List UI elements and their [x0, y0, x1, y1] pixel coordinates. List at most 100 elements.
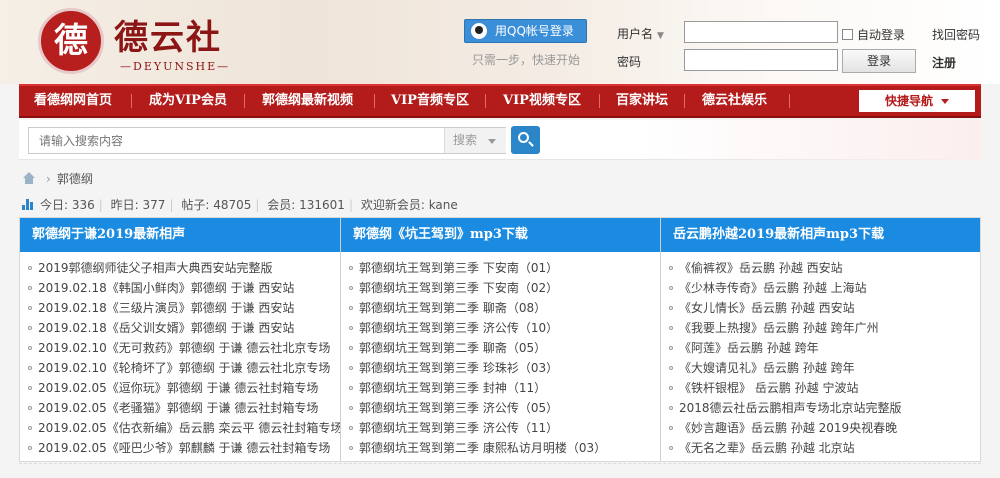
list-item-link[interactable]: 2019郭德纲师徒父子相声大典西安站完整版	[38, 261, 273, 275]
list-item[interactable]: 2019.02.05《逗你玩》郭德纲 于谦 德云社封箱专场	[20, 378, 340, 398]
list-item-link[interactable]: 郭德纲坑王驾到第二季 聊斋（08）	[359, 301, 546, 315]
auto-login-checkbox[interactable]	[842, 29, 853, 40]
list-item[interactable]: 郭德纲坑王驾到第三季 济公传（10）	[341, 318, 660, 338]
nav-item-vip-audio[interactable]: VIP音频专区	[391, 86, 469, 116]
search-icon	[518, 132, 529, 143]
search-button[interactable]	[511, 126, 540, 154]
list-item-link[interactable]: 郭德纲坑王驾到第三季 济公传（05）	[359, 401, 558, 415]
list-item[interactable]: 郭德纲坑王驾到第二季 聊斋（08）	[341, 298, 660, 318]
nav-item-vip-video[interactable]: VIP视频专区	[503, 86, 581, 116]
home-icon[interactable]	[22, 172, 36, 184]
list-item-link[interactable]: 郭德纲坑王驾到第三季 下安南（01）	[359, 261, 558, 275]
nav-item-home[interactable]: 看德纲网首页	[34, 86, 112, 116]
list-item-link[interactable]: 2019.02.05《估衣新编》岳云鹏 栾云平 德云社封箱专场	[38, 421, 340, 435]
list-item-link[interactable]: 郭德纲坑王驾到第三季 济公传（10）	[359, 321, 558, 335]
stats-bar-chart-icon	[22, 199, 34, 210]
qq-login-button[interactable]: 用QQ帐号登录	[464, 19, 587, 43]
list-item-link[interactable]: 郭德纲坑王驾到第三季 济公传（11）	[359, 421, 558, 435]
list-item-link[interactable]: 《我要上热搜》岳云鹏 孙越 跨年广州	[679, 321, 879, 335]
list-item[interactable]: 《大嫂请见礼》岳云鹏 孙越 跨年	[661, 358, 980, 378]
list-item-link[interactable]: 郭德纲坑王驾到第三季 珍珠衫（03）	[359, 361, 558, 375]
list-item[interactable]: 郭德纲坑王驾到第三季 珍珠衫（03）	[341, 358, 660, 378]
logo-subtitle: —DEYUNSHE—	[120, 60, 231, 73]
list-item-link[interactable]: 郭德纲坑王驾到第三季 下安南（02）	[359, 281, 558, 295]
list-item-link[interactable]: 郭德纲坑王驾到第二季 聊斋（05）	[359, 341, 546, 355]
list-item[interactable]: 2019.02.05《哑巴少爷》郭麒麟 于谦 德云社封箱专场	[20, 438, 340, 458]
list-item-link[interactable]: 2019.02.10《无可救药》郭德纲 于谦 德云社北京专场	[38, 341, 330, 355]
decorative-calligraphy	[350, 4, 460, 74]
register-link[interactable]: 注册	[932, 54, 956, 71]
list-item-link[interactable]: 《少林寺传奇》岳云鹏 孙越 上海站	[679, 281, 867, 295]
list-item-link[interactable]: 2019.02.05《哑巴少爷》郭麒麟 于谦 德云社封箱专场	[38, 441, 330, 455]
list-item-link[interactable]: 《女儿情长》岳云鹏 孙越 西安站	[679, 301, 855, 315]
list-item[interactable]: 郭德纲坑王驾到第三季 下安南（01）	[341, 258, 660, 278]
auto-login-label: 自动登录	[857, 28, 906, 42]
list-item-link[interactable]: 《大嫂请见礼》岳云鹏 孙越 跨年	[679, 361, 855, 375]
quick-nav-dropdown[interactable]: 快捷导航	[859, 90, 975, 112]
logo-seal[interactable]: 德	[38, 8, 104, 74]
list-item-link[interactable]: 2019.02.05《老骚猫》郭德纲 于谦 德云社封箱专场	[38, 401, 318, 415]
list-item[interactable]: 《妙言趣语》岳云鹏 孙越 2019央视春晚	[661, 418, 980, 438]
list-item[interactable]: 2019.02.10《无可救药》郭德纲 于谦 德云社北京专场	[20, 338, 340, 358]
list-item[interactable]: 郭德纲坑王驾到第二季 聊斋（05）	[341, 338, 660, 358]
caret-down-icon	[941, 99, 949, 104]
stat-newest-member[interactable]: kane	[429, 198, 458, 212]
list-item-link[interactable]: 《妙言趣语》岳云鹏 孙越 2019央视春晚	[679, 421, 897, 435]
list-item-link[interactable]: 2019.02.18《三级片演员》郭德纲 于谦 西安站	[38, 301, 294, 315]
list-item-link[interactable]: 《铁杆银棍》 岳云鹏 孙越 宁波站	[679, 381, 858, 395]
list-item[interactable]: 《女儿情长》岳云鹏 孙越 西安站	[661, 298, 980, 318]
list-item-link[interactable]: 2019.02.05《逗你玩》郭德纲 于谦 德云社封箱专场	[38, 381, 318, 395]
password-input[interactable]	[684, 49, 838, 71]
login-button[interactable]: 登录	[842, 49, 916, 73]
list-item[interactable]: 2019.02.18《岳父训女婿》郭德纲 于谦 西安站	[20, 318, 340, 338]
username-type-select[interactable]: 用户名 ▼	[617, 25, 664, 42]
username-input[interactable]	[684, 21, 838, 43]
panel-yue-sun-2019: 岳云鹏孙越2019最新相声mp3下载 《偷裤衩》岳云鹏 孙越 西安站《少林寺传奇…	[660, 218, 980, 461]
list-item-link[interactable]: 郭德纲坑王驾到第二季 康熙私访月明楼（03）	[359, 441, 606, 455]
bullet-icon	[669, 326, 673, 330]
forgot-password-link[interactable]: 找回密码	[932, 26, 980, 43]
list-item[interactable]: 2018德云社岳云鹏相声专场北京站完整版	[661, 398, 980, 418]
panel-title[interactable]: 郭德纲于谦2019最新相声	[20, 218, 340, 252]
list-item-link[interactable]: 2018德云社岳云鹏相声专场北京站完整版	[679, 401, 902, 415]
nav-divider	[789, 94, 790, 108]
nav-item-vip-member[interactable]: 成为VIP会员	[149, 86, 227, 116]
list-item[interactable]: 《铁杆银棍》 岳云鹏 孙越 宁波站	[661, 378, 980, 398]
list-item[interactable]: 2019.02.18《三级片演员》郭德纲 于谦 西安站	[20, 298, 340, 318]
list-item[interactable]: 《少林寺传奇》岳云鹏 孙越 上海站	[661, 278, 980, 298]
list-item[interactable]: 郭德纲坑王驾到第三季 下安南（02）	[341, 278, 660, 298]
list-item-link[interactable]: 《偷裤衩》岳云鹏 孙越 西安站	[679, 261, 843, 275]
list-item[interactable]: 2019.02.18《韩国小鲜肉》郭德纲 于谦 西安站	[20, 278, 340, 298]
list-item-link[interactable]: 2019.02.18《岳父训女婿》郭德纲 于谦 西安站	[38, 321, 294, 335]
list-item[interactable]: 《我要上热搜》岳云鹏 孙越 跨年广州	[661, 318, 980, 338]
bullet-icon	[669, 406, 673, 410]
panel-title[interactable]: 岳云鹏孙越2019最新相声mp3下载	[661, 218, 980, 252]
bullet-icon	[28, 446, 32, 450]
list-item-link[interactable]: 2019.02.10《轮椅坏了》郭德纲 于谦 德云社北京专场	[38, 361, 330, 375]
auto-login-option[interactable]: 自动登录	[842, 26, 905, 43]
list-item[interactable]: 《无名之辈》岳云鹏 孙越 北京站	[661, 438, 980, 458]
breadcrumb-current[interactable]: 郭德纲	[57, 172, 93, 186]
logo-text[interactable]: 德云社	[114, 10, 222, 59]
list-item-link[interactable]: 2019.02.18《韩国小鲜肉》郭德纲 于谦 西安站	[38, 281, 294, 295]
list-item[interactable]: 郭德纲坑王驾到第二季 康熙私访月明楼（03）	[341, 438, 660, 458]
list-item-link[interactable]: 郭德纲坑王驾到第三季 封神（11）	[359, 381, 546, 395]
list-item[interactable]: 2019郭德纲师徒父子相声大典西安站完整版	[20, 258, 340, 278]
list-item[interactable]: 《偷裤衩》岳云鹏 孙越 西安站	[661, 258, 980, 278]
search-input[interactable]	[39, 134, 419, 148]
list-item[interactable]: 2019.02.05《估衣新编》岳云鹏 栾云平 德云社封箱专场	[20, 418, 340, 438]
list-item[interactable]: 郭德纲坑王驾到第三季 济公传（05）	[341, 398, 660, 418]
list-item[interactable]: 2019.02.05《老骚猫》郭德纲 于谦 德云社封箱专场	[20, 398, 340, 418]
list-item[interactable]: 2019.02.10《轮椅坏了》郭德纲 于谦 德云社北京专场	[20, 358, 340, 378]
panel-title[interactable]: 郭德纲《坑王驾到》mp3下载	[341, 218, 660, 252]
search-type-select[interactable]: 搜索	[444, 128, 506, 153]
list-item[interactable]: 郭德纲坑王驾到第三季 封神（11）	[341, 378, 660, 398]
list-item-link[interactable]: 《无名之辈》岳云鹏 孙越 北京站	[679, 441, 855, 455]
nav-item-lecture[interactable]: 百家讲坛	[616, 86, 668, 116]
nav-item-entertainment[interactable]: 德云社娱乐	[702, 86, 767, 116]
list-item[interactable]: 郭德纲坑王驾到第三季 济公传（11）	[341, 418, 660, 438]
nav-item-latest-video[interactable]: 郭德纲最新视频	[262, 86, 353, 116]
list-item-link[interactable]: 《阿莲》岳云鹏 孙越 跨年	[679, 341, 819, 355]
list-item[interactable]: 《阿莲》岳云鹏 孙越 跨年	[661, 338, 980, 358]
bullet-icon	[349, 286, 353, 290]
